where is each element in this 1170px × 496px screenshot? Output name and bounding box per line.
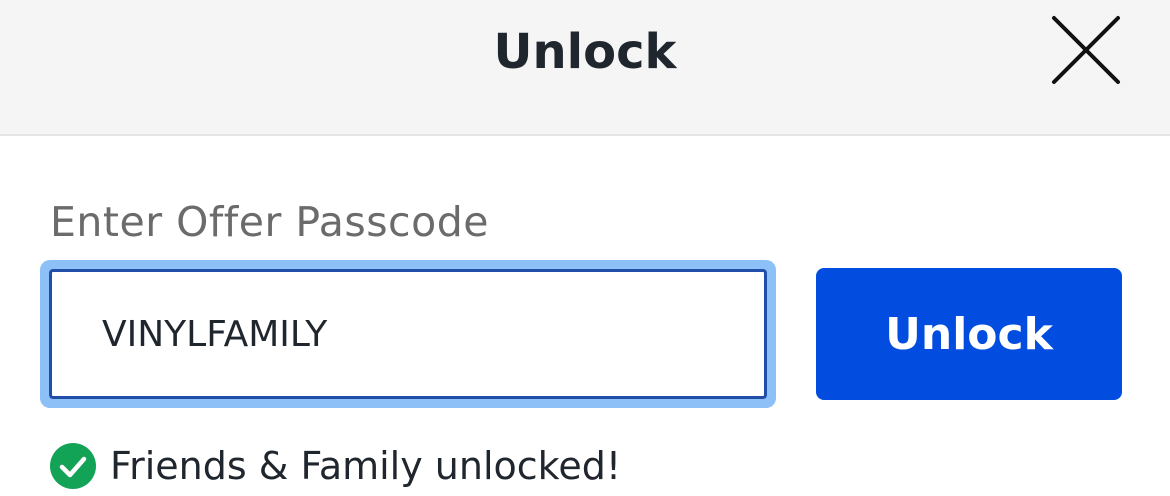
- status-text: Friends & Family unlocked!: [110, 444, 622, 488]
- passcode-input[interactable]: [49, 269, 767, 399]
- check-circle-icon: [50, 443, 96, 489]
- passcode-label: Enter Offer Passcode: [50, 198, 489, 246]
- unlock-modal: Unlock Enter Offer Passcode Unlock Frien…: [0, 0, 1170, 496]
- close-button[interactable]: [1048, 12, 1124, 88]
- unlock-button[interactable]: Unlock: [816, 268, 1122, 400]
- close-icon: [1052, 16, 1120, 84]
- modal-title: Unlock: [493, 24, 677, 80]
- status-message: Friends & Family unlocked!: [50, 438, 621, 494]
- modal-header: Unlock: [0, 0, 1170, 136]
